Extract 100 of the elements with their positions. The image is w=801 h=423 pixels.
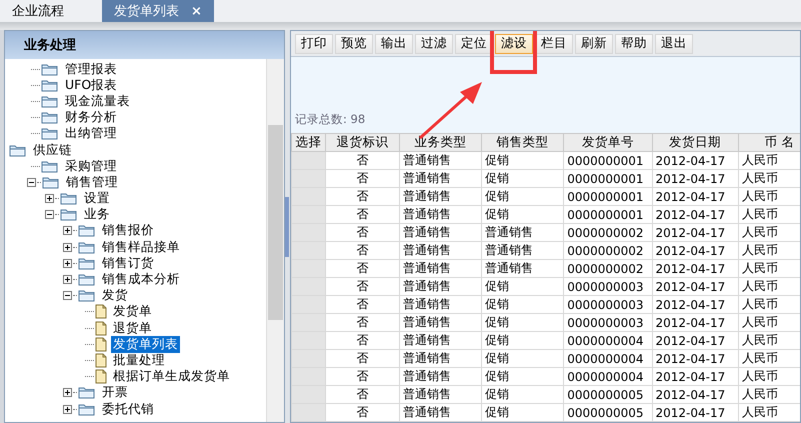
tree-item[interactable]: 出纳管理 [63,125,119,142]
table-cell: 否 [325,278,400,296]
tree-item[interactable]: 发货 [100,287,130,304]
table-cell: 否 [325,404,400,422]
table-cell: 2012-04-17 [652,260,738,278]
tree-item[interactable]: 销售样品接单 [100,238,182,256]
table-cell: 0000000005 [564,404,652,422]
tab[interactable]: 发货单列表 × [102,0,214,22]
tree-item[interactable]: 设置 [82,190,112,208]
expand-icon[interactable] [63,258,72,268]
table-cell: 普通销售 [399,206,482,224]
document-icon [95,320,107,336]
folder-icon [60,208,78,222]
table-cell: 促销 [482,296,564,314]
table-cell: 2012-04-17 [652,170,738,188]
toolbar-button[interactable]: 预览 [335,34,373,54]
tree-item[interactable]: 发货单 [111,303,154,320]
tree-item[interactable]: 根据订单生成发货单 [111,368,232,386]
table-cell: 人民币 [738,224,800,242]
close-icon[interactable]: × [191,4,202,18]
folder-icon [78,386,96,400]
table-cell: 普通销售 [399,224,482,242]
document-icon [95,304,107,320]
table-cell: 2012-04-17 [652,350,738,368]
toolbar-button[interactable]: 栏目 [535,34,573,54]
table-cell: 0000000001 [564,188,652,206]
tree-item[interactable]: 开票 [100,384,130,402]
expand-icon[interactable] [45,194,54,204]
expand-icon[interactable] [63,242,72,252]
tree-item[interactable]: 委托代销 [100,400,156,418]
tree-item[interactable]: 销售成本分析 [100,271,182,288]
table-cell: 0000000001 [564,206,652,224]
expand-icon[interactable] [63,404,72,414]
column-header[interactable]: 销售类型 [482,134,564,152]
folder-icon [41,94,59,108]
folder-icon [78,256,96,270]
toolbar-button[interactable]: 帮助 [615,34,653,54]
table-cell: 促销 [482,314,564,332]
toolbar-button[interactable]: 打印 [295,34,333,54]
tree-item[interactable]: 发货单列表 [111,336,180,353]
splitter-handle[interactable] [285,30,290,423]
tree-item[interactable]: 供应链 [31,142,74,159]
tree-item[interactable]: 业务 [82,206,112,224]
toolbar-button[interactable]: 退出 [655,34,693,54]
toolbar-button[interactable]: 滤设 [495,34,533,54]
tree-item[interactable]: 现金流量表 [63,92,132,110]
toolbar-button[interactable]: 过滤 [415,34,453,54]
expand-icon[interactable] [63,226,72,236]
expand-icon[interactable] [63,275,72,284]
column-header[interactable]: 发货单号 [564,134,652,152]
scrollbar[interactable] [266,59,284,422]
toolbar-button[interactable]: 输出 [375,34,413,54]
column-header[interactable]: 选择 [292,134,326,152]
tree-item[interactable]: 销售管理 [64,174,120,191]
table-cell: 0000000001 [564,170,652,188]
folder-icon [78,402,96,416]
table-cell: 普通销售 [399,278,482,296]
tree-item[interactable]: 退货单 [111,320,154,337]
toolbar-button[interactable]: 刷新 [575,34,613,54]
column-header[interactable]: 发货日期 [652,134,738,152]
table-cell: 2012-04-17 [652,404,738,422]
tree-item[interactable]: UFO报表 [63,76,120,94]
tree-item[interactable]: 销售报价 [100,222,156,240]
toolbar-button[interactable]: 定位 [455,34,493,54]
table-cell: 否 [325,314,400,332]
expand-icon[interactable] [63,388,72,398]
table-cell: 普通销售 [399,350,482,368]
folder-icon [41,111,59,124]
collapse-icon[interactable] [27,178,36,187]
tree-item[interactable]: 批量处理 [111,352,167,369]
tree-item[interactable]: 财务分析 [63,109,119,126]
tree-item[interactable]: 采购管理 [63,158,119,175]
folder-icon [78,289,96,302]
table-cell: 2012-04-17 [652,188,738,206]
table-cell: 普通销售 [482,260,564,278]
table-cell: 2012-04-17 [652,296,738,314]
tab[interactable]: 企业流程 [0,0,102,22]
folder-icon [78,224,96,238]
table-cell: 否 [325,224,400,242]
column-header[interactable]: 业务类型 [399,134,482,152]
table-cell: 2012-04-17 [652,206,738,224]
table-cell: 促销 [482,368,564,386]
table-cell: 普通销售 [399,242,482,260]
tree-item[interactable]: 销售订货 [100,254,156,272]
folder-icon [42,176,60,189]
table-cell: 2012-04-17 [652,278,738,296]
table-cell: 促销 [482,332,564,350]
tree-item[interactable]: 管理报表 [63,60,119,78]
table-cell: 0000000003 [564,278,652,296]
table-cell: 0000000002 [564,224,652,242]
table-cell: 0000000001 [564,152,652,170]
collapse-icon[interactable] [63,291,72,300]
table-cell: 促销 [482,386,564,404]
column-header[interactable]: 退货标识 [325,134,400,152]
table-cell: 否 [325,368,400,386]
table-cell: 人民币 [738,404,800,422]
folder-icon [41,127,59,140]
collapse-icon[interactable] [45,210,54,220]
folder-icon [78,273,96,286]
column-header[interactable]: 币 名 [738,134,800,152]
